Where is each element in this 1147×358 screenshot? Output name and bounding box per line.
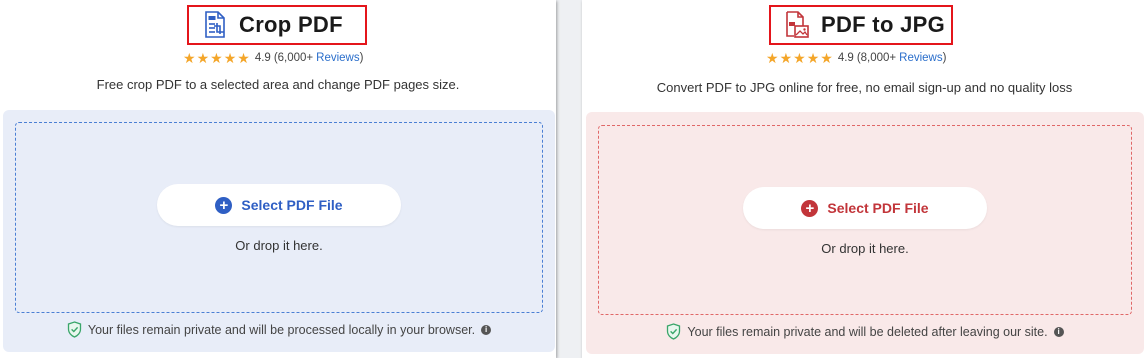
pdf-to-jpg-title-box: PDF to JPG [769, 5, 953, 45]
rating-value: 4.9 [837, 52, 854, 64]
info-icon[interactable]: i [1053, 326, 1064, 337]
crop-pdf-icon [205, 11, 225, 38]
file-drop-zone[interactable]: + Select PDF File Or drop it here. Your … [586, 112, 1144, 354]
reviews-link[interactable]: Reviews [899, 52, 942, 64]
star-icon: ★ [210, 50, 223, 66]
plus-icon: + [801, 199, 819, 217]
star-icon: ★ [183, 50, 196, 66]
page-title: Crop PDF [239, 12, 343, 37]
star-icon: ★ [196, 50, 210, 66]
star-rating: ★ ★ ★ ★ ★ [183, 51, 251, 65]
crop-pdf-title-box: Crop PDF [187, 5, 367, 45]
rating-row: ★ ★ ★ ★ ★ 4.9 (6,000+ Reviews ) [183, 49, 363, 67]
select-pdf-file-button[interactable]: + Select PDF File [743, 187, 987, 229]
pdf-to-jpg-panel: PDF to JPG ★ ★ ★ ★ ★ 4.9 (8,000+ Reviews… [582, 0, 1147, 358]
rating-count: (8,000+ [856, 52, 897, 64]
rating-count: (6,000+ [273, 52, 314, 64]
privacy-notice: Your files remain private and will be pr… [3, 321, 555, 338]
privacy-notice: Your files remain private and will be de… [586, 323, 1144, 340]
star-icon: ★ [223, 50, 237, 66]
star-icon: ★ [820, 50, 833, 66]
drop-hint: Or drop it here. [235, 238, 323, 253]
drop-zone-border: + Select PDF File Or drop it here. [598, 125, 1132, 315]
shield-check-icon [67, 321, 82, 338]
star-icon: ★ [806, 50, 820, 66]
shield-check-icon [667, 323, 681, 340]
rating-row: ★ ★ ★ ★ ★ 4.9 (8,000+ Reviews ) [766, 49, 946, 67]
select-pdf-file-label: Select PDF File [827, 200, 929, 216]
star-rating: ★ ★ ★ ★ ★ [766, 51, 834, 65]
star-icon: ★ [779, 50, 793, 66]
star-icon: ★ [237, 50, 250, 66]
star-icon: ★ [793, 50, 806, 66]
privacy-text: Your files remain private and will be de… [687, 324, 1048, 339]
privacy-text: Your files remain private and will be pr… [87, 322, 476, 337]
rating-value: 4.9 [254, 52, 271, 64]
info-icon[interactable]: i [481, 324, 492, 335]
rating-close: ) [942, 52, 947, 64]
drop-zone-border: + Select PDF File Or drop it here. [15, 122, 543, 313]
crop-pdf-panel: Crop PDF ★ ★ ★ ★ ★ 4.9 (6,000+ Reviews )… [0, 0, 556, 358]
drop-hint: Or drop it here. [821, 241, 909, 256]
tool-description: Convert PDF to JPG online for free, no e… [656, 80, 1073, 95]
plus-icon: + [215, 196, 233, 214]
reviews-link[interactable]: Reviews [316, 52, 359, 64]
tool-description: Free crop PDF to a selected area and cha… [96, 77, 460, 92]
page-title: PDF to JPG [821, 12, 946, 37]
pdf-to-jpg-icon [786, 11, 809, 38]
star-icon: ★ [766, 50, 779, 66]
file-drop-zone[interactable]: + Select PDF File Or drop it here. Your … [3, 110, 555, 352]
select-pdf-file-label: Select PDF File [241, 197, 343, 213]
select-pdf-file-button[interactable]: + Select PDF File [157, 184, 401, 226]
rating-close: ) [359, 52, 364, 64]
